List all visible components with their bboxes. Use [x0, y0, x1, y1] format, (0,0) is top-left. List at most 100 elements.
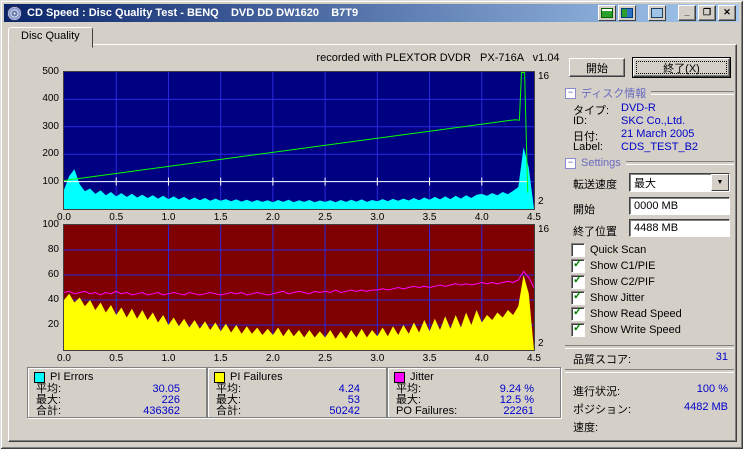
stat-label: PO Failures:: [396, 405, 458, 417]
check-icon: ✓: [573, 290, 583, 302]
jitter-legend: Jitter: [388, 368, 560, 384]
stat-label: 合計:: [216, 405, 242, 417]
check-icon: ✓: [573, 322, 583, 334]
axis-label: 2.0: [265, 212, 280, 223]
stat-value: 50242: [329, 405, 360, 417]
stat-title: Jitter: [410, 371, 434, 383]
checkbox-box[interactable]: ✓: [571, 274, 585, 289]
row-label: Label:: [573, 141, 603, 153]
axis-label: 2.5: [318, 212, 333, 223]
start-button[interactable]: 開始: [569, 58, 625, 77]
disc-icon: [621, 8, 633, 18]
disc-info-title: ディスク情報: [581, 88, 647, 100]
transfer-speed-value: 最大: [634, 177, 656, 190]
jitter-swatch: [394, 371, 405, 383]
minimize-button[interactable]: _: [678, 5, 696, 21]
axis-label: 3.5: [422, 353, 437, 364]
axis-label: 0.5: [109, 212, 124, 223]
checkbox-label: Show Jitter: [590, 292, 645, 304]
transfer-speed-label: 転送速度: [573, 179, 617, 191]
divider: [565, 369, 734, 373]
chart-plot: [63, 224, 535, 351]
settings-section-header: − Settings: [565, 157, 734, 169]
close-icon: ✕: [723, 7, 731, 17]
axis-label: 0.5: [109, 353, 124, 364]
collapse-icon[interactable]: −: [565, 157, 576, 169]
titlebar-disc-icon[interactable]: [618, 5, 636, 21]
chevron-down-icon[interactable]: ▼: [711, 174, 729, 191]
checkbox-label: Show Write Speed: [590, 324, 681, 336]
position-value: 4482 MB: [683, 401, 728, 413]
checkbox-box[interactable]: ✓: [571, 306, 585, 321]
maximize-button[interactable]: ❐: [698, 5, 716, 21]
checkbox-box[interactable]: ✓: [571, 258, 585, 273]
position-label: ポジション:: [573, 404, 632, 416]
quality-score-row: 品質スコア: 31: [573, 351, 732, 366]
check-icon: ✓: [573, 258, 583, 270]
tab-disc-quality[interactable]: Disc Quality: [8, 27, 93, 48]
chart-plot: [63, 71, 535, 210]
cd-speed-app-icon: [7, 5, 22, 21]
content-panel: recorded with PLEXTOR DVDR PX-716A v1.04…: [8, 44, 737, 442]
axis-label: 100: [42, 219, 59, 230]
stat-label: 合計:: [36, 405, 62, 417]
titlebar-graph-icon[interactable]: [598, 5, 616, 21]
axis-label: 4.0: [474, 353, 489, 364]
row-label: ID:: [573, 115, 588, 127]
disc-id-row: ID: SKC Co.,Ltd.: [573, 115, 734, 128]
axis-label: 200: [42, 148, 59, 160]
row-value: 21 March 2005: [621, 128, 695, 140]
checkbox-quick-scan[interactable]: ✓ Quick Scan: [571, 243, 646, 257]
right-panel: 開始 終了(X) − ディスク情報 タイプ: DVD-R ID: SKC Co.,L…: [563, 45, 736, 441]
graph-icon: [601, 8, 613, 18]
transfer-speed-select[interactable]: 最大 ▼: [629, 173, 730, 192]
axis-label: 0.0: [57, 212, 71, 223]
checkbox-box[interactable]: ✓: [571, 243, 585, 257]
disc-date-row: 日付: 21 March 2005: [573, 128, 734, 143]
checkbox-label: Show C1/PIE: [590, 260, 656, 272]
section-rule: [625, 161, 734, 165]
stat-title: PI Failures: [230, 371, 283, 383]
titlebar[interactable]: CD Speed : Disc Quality Test - BENQ DVD …: [4, 4, 739, 22]
axis-label: 4.0: [474, 212, 489, 223]
stat-value: 22261: [503, 405, 534, 417]
settings-title: Settings: [581, 157, 621, 169]
capture-icon: [651, 8, 663, 18]
exit-button[interactable]: 終了(X): [633, 58, 730, 77]
window-title: CD Speed : Disc Quality Test - BENQ DVD …: [27, 7, 359, 19]
end-position-input[interactable]: [629, 219, 730, 237]
axis-label: 300: [42, 120, 59, 132]
checkbox-show-c1-pie[interactable]: ✓ Show C1/PIE: [571, 258, 656, 273]
checkbox-label: Show C2/PIF: [590, 276, 655, 288]
pi-failures-legend: PI Failures: [208, 368, 386, 384]
jitter-stats: Jitter 平均: 9.24 % 最大: 12.5 % PO Failures: 2…: [387, 367, 561, 418]
start-position-input[interactable]: [629, 197, 730, 215]
checkbox-show-c2-pif[interactable]: ✓ Show C2/PIF: [571, 274, 655, 289]
disc-info-section-header: − ディスク情報: [565, 87, 734, 100]
progress-value: 100 %: [696, 383, 728, 395]
axis-label: 2: [538, 196, 544, 208]
checkbox-show-jitter[interactable]: ✓ Show Jitter: [571, 290, 645, 305]
stat-row: PO Failures: 22261: [388, 406, 560, 417]
speed-row: 速度:: [573, 419, 732, 434]
start-position-label: 開始: [573, 204, 595, 216]
pi-failures-stats: PI Failures 平均: 4.24 最大: 53 合計: 50242: [207, 367, 387, 418]
axis-label: 2: [538, 337, 544, 349]
checkbox-show-write-speed[interactable]: ✓ Show Write Speed: [571, 322, 681, 337]
axis-label: 3.0: [370, 212, 385, 223]
stat-title: PI Errors: [50, 371, 94, 383]
checkbox-box[interactable]: ✓: [571, 290, 585, 305]
end-position-label: 終了位置: [573, 226, 617, 238]
divider: [565, 345, 734, 349]
quality-score-label: 品質スコア:: [573, 354, 632, 366]
minimize-icon: _: [684, 7, 690, 17]
collapse-icon[interactable]: −: [565, 87, 576, 99]
checkbox-show-read-speed[interactable]: ✓ Show Read Speed: [571, 306, 682, 321]
axis-label: 1.0: [161, 353, 176, 364]
checkbox-box[interactable]: ✓: [571, 322, 585, 337]
stat-value: 436362: [143, 405, 180, 417]
pi-failures-swatch: [214, 371, 225, 383]
close-button[interactable]: ✕: [718, 5, 736, 21]
titlebar-capture-icon[interactable]: [648, 5, 666, 21]
disc-type-row: タイプ: DVD-R: [573, 102, 734, 117]
